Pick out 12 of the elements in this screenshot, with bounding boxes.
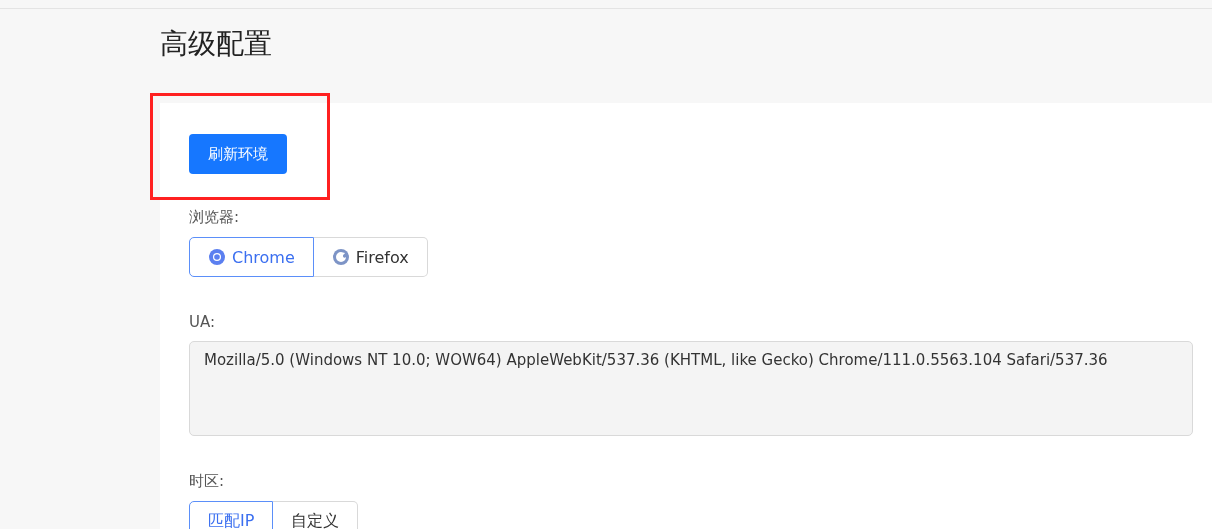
page-title: 高级配置 bbox=[160, 26, 272, 62]
ua-field[interactable]: Mozilla/5.0 (Windows NT 10.0; WOW64) AppleWebKit/537.36 (KHTML, like Gecko) Chrome/111.0.5563.104 Safari/537.36 bbox=[189, 341, 1193, 436]
field-label: UA: bbox=[189, 313, 216, 331]
field-label: 浏览器: bbox=[189, 208, 240, 227]
browser-option[interactable]: Chrome bbox=[189, 237, 314, 277]
timezone-option[interactable]: 自定义 bbox=[273, 501, 359, 529]
timezone-option[interactable]: 匹配IP bbox=[189, 501, 274, 529]
browser-option[interactable]: Firefox bbox=[313, 237, 428, 277]
refresh-button[interactable]: 刷新环境 bbox=[189, 134, 287, 174]
chrome-icon bbox=[208, 248, 226, 266]
field-label: 时区: bbox=[189, 472, 225, 491]
firefox-icon bbox=[331, 248, 350, 266]
